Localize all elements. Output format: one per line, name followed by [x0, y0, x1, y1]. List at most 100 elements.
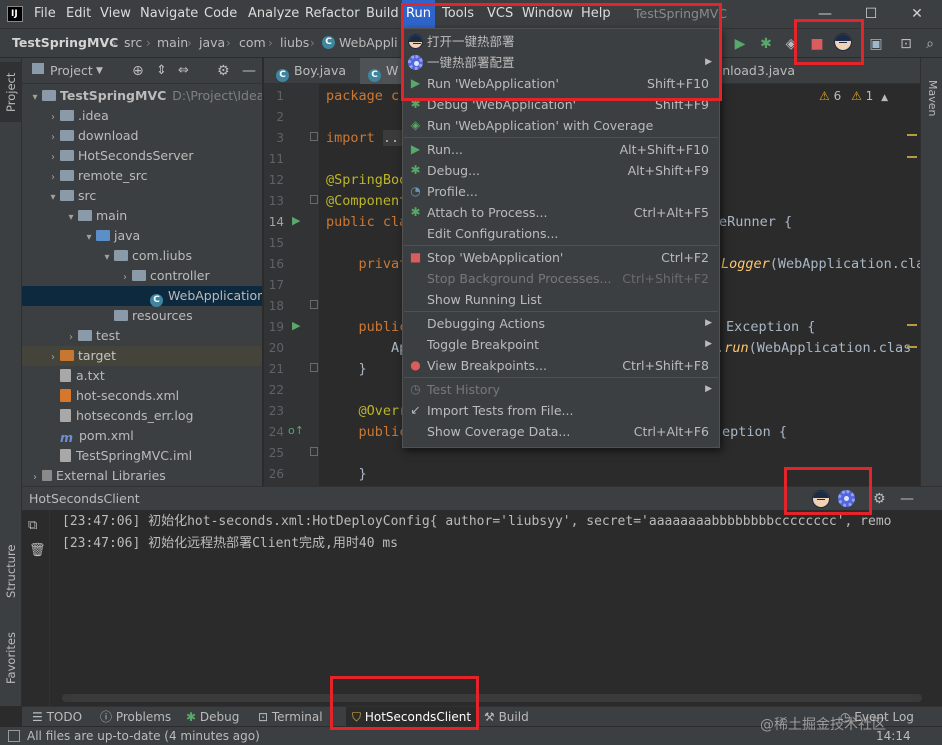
- chevron-right-icon[interactable]: ›: [28, 468, 42, 486]
- menu-item-run-webapplication[interactable]: ▶ Run 'WebApplication' Shift+F10: [403, 73, 719, 94]
- menu-item-toggle-breakpoint[interactable]: Toggle Breakpoint ▶: [403, 334, 719, 355]
- error-stripe-marker[interactable]: [907, 346, 917, 348]
- expand-icon[interactable]: ⇔: [178, 58, 189, 84]
- run-panel-title[interactable]: HotSecondsClient: [29, 487, 140, 511]
- menu-item-profile[interactable]: ◔ Profile...: [403, 181, 719, 202]
- tree-item[interactable]: ▾ src: [22, 186, 262, 208]
- menu-analyze[interactable]: Analyze: [244, 0, 303, 28]
- horizontal-scrollbar[interactable]: [62, 694, 922, 702]
- chevron-down-icon[interactable]: ▾: [82, 228, 96, 248]
- trash-icon[interactable]: 🗑: [29, 543, 46, 558]
- gear-icon[interactable]: ⚙: [217, 58, 230, 84]
- tree-item[interactable]: ▾ java: [22, 226, 262, 248]
- menu-item-hot-deploy-0[interactable]: 打开一键热部署: [403, 31, 719, 52]
- chevron-right-icon[interactable]: ›: [46, 348, 60, 368]
- menu-item-run-webapplication-with-coverage[interactable]: ◈ Run 'WebApplication' with Coverage: [403, 115, 719, 136]
- console-output[interactable]: [23:47:06] 初始化hot-seconds.xml:HotDeployC…: [50, 510, 942, 694]
- tool-windows-icon[interactable]: [8, 730, 20, 742]
- fold-marker-icon[interactable]: [310, 363, 318, 372]
- coverage-icon[interactable]: ◈: [781, 34, 801, 54]
- hide-panel-icon[interactable]: —: [242, 58, 256, 84]
- breadcrumb-src[interactable]: src: [124, 29, 142, 57]
- minimize-icon[interactable]: —: [814, 4, 836, 24]
- tree-item[interactable]: C WebApplication: [22, 286, 262, 307]
- project-panel-title[interactable]: Project: [50, 58, 93, 84]
- error-stripe-marker[interactable]: [907, 134, 917, 136]
- menu-item-view-breakpoints[interactable]: ● View Breakpoints... Ctrl+Shift+F8: [403, 355, 719, 376]
- menu-vcs[interactable]: VCS: [483, 0, 517, 28]
- breadcrumb-project[interactable]: TestSpringMVC: [12, 29, 118, 57]
- hot-deploy-settings-icon[interactable]: [838, 490, 855, 510]
- tree-item[interactable]: › remote_src: [22, 166, 262, 188]
- locate-icon[interactable]: ⊕: [132, 58, 144, 84]
- project-tool-tab[interactable]: Project: [0, 62, 22, 122]
- tree-item[interactable]: › target: [22, 346, 262, 368]
- menu-navigate[interactable]: Navigate: [136, 0, 202, 28]
- copy-icon[interactable]: ⧉: [28, 518, 37, 533]
- breadcrumb-liubs[interactable]: liubs: [280, 29, 309, 57]
- chevron-down-icon[interactable]: ▾: [28, 88, 42, 108]
- menu-item-show-coverage-data[interactable]: Show Coverage Data... Ctrl+Alt+F6: [403, 421, 719, 442]
- tree-item[interactable]: ▾ TestSpringMVC D:\Project\IdeaP: [22, 86, 262, 108]
- hot-deploy-avatar-icon[interactable]: [812, 490, 830, 511]
- tree-item[interactable]: ▾ com.liubs: [22, 246, 262, 268]
- maven-tool-tab[interactable]: Maven: [921, 80, 942, 130]
- tree-item[interactable]: resources: [22, 306, 262, 326]
- structure-tool-tab[interactable]: Structure: [0, 536, 22, 606]
- tree-item[interactable]: › test: [22, 326, 262, 348]
- collapse-all-icon[interactable]: ⇕: [156, 58, 167, 84]
- hot-deploy-avatar-icon[interactable]: [833, 33, 853, 53]
- error-stripe-marker[interactable]: [907, 324, 917, 326]
- breadcrumb-main[interactable]: main: [157, 29, 188, 57]
- chevron-right-icon[interactable]: ›: [46, 168, 60, 188]
- chevron-down-icon[interactable]: ▾: [46, 188, 60, 208]
- menu-item-run[interactable]: ▶ Run... Alt+Shift+F10: [403, 139, 719, 160]
- menu-item-hot-deploy-1[interactable]: 一键热部署配置 ▶: [403, 52, 719, 73]
- tree-item[interactable]: › HotSecondsServer: [22, 146, 262, 168]
- fold-marker-icon[interactable]: [310, 447, 318, 456]
- close-icon[interactable]: ✕: [906, 4, 928, 24]
- tree-item[interactable]: ▾ main: [22, 206, 262, 226]
- chevron-down-icon[interactable]: ▾: [100, 248, 114, 268]
- menu-build[interactable]: Build: [362, 0, 403, 28]
- breadcrumb-com[interactable]: com: [239, 29, 266, 57]
- tab-webapplication[interactable]: CW: [360, 58, 407, 84]
- run-gutter-icon[interactable]: ▶: [292, 214, 300, 227]
- menu-item-debug-webapplication[interactable]: ✱ Debug 'WebApplication' Shift+F9: [403, 94, 719, 115]
- terminal-icon[interactable]: ⊡: [896, 34, 916, 54]
- run-gutter-icon[interactable]: ▶: [292, 319, 300, 332]
- tool-todo[interactable]: ☰ TODO: [32, 707, 82, 727]
- chevron-right-icon[interactable]: ›: [64, 328, 78, 348]
- tree-item[interactable]: m pom.xml: [22, 426, 262, 446]
- tree-item[interactable]: › controller: [22, 266, 262, 286]
- chevron-down-icon[interactable]: ▼: [96, 58, 103, 84]
- chevron-right-icon[interactable]: ›: [46, 148, 60, 168]
- chevron-up-icon[interactable]: ▲: [881, 93, 888, 103]
- breadcrumb-webapplication[interactable]: WebAppli: [339, 29, 398, 57]
- tool-debug[interactable]: ✱ Debug: [186, 707, 239, 727]
- maximize-icon[interactable]: ☐: [860, 4, 882, 24]
- gear-icon[interactable]: ⚙: [873, 487, 886, 511]
- tab-boy-java[interactable]: C Boy.java: [268, 58, 354, 84]
- menu-code[interactable]: Code: [200, 0, 241, 28]
- tree-item[interactable]: a.txt: [22, 366, 262, 386]
- tool-terminal[interactable]: ⊡ Terminal: [258, 707, 323, 727]
- menu-view[interactable]: View: [96, 0, 135, 28]
- menu-item-attach-to-process[interactable]: ✱ Attach to Process... Ctrl+Alt+F5: [403, 202, 719, 223]
- menu-item-show-running-list[interactable]: Show Running List: [403, 289, 719, 310]
- tool-problems[interactable]: ⓘ Problems: [100, 707, 171, 727]
- chevron-right-icon[interactable]: ›: [46, 128, 60, 148]
- chevron-right-icon[interactable]: ›: [46, 108, 60, 128]
- menu-help[interactable]: Help: [577, 0, 615, 28]
- tree-item[interactable]: hotseconds_err.log: [22, 406, 262, 426]
- search-everywhere-icon[interactable]: ⌕: [920, 34, 940, 54]
- menu-item-debug[interactable]: ✱ Debug... Alt+Shift+F9: [403, 160, 719, 181]
- override-gutter-icon[interactable]: o↑: [288, 424, 304, 437]
- menu-item-stop-webapplication[interactable]: ■ Stop 'WebApplication' Ctrl+F2: [403, 247, 719, 268]
- menu-edit[interactable]: Edit: [62, 0, 95, 28]
- stop-icon[interactable]: ■: [807, 34, 827, 54]
- menu-tools[interactable]: Tools: [438, 0, 478, 28]
- tree-item[interactable]: › External Libraries: [22, 466, 262, 486]
- run-icon[interactable]: ▶: [730, 34, 750, 54]
- tree-item[interactable]: hot-seconds.xml: [22, 386, 262, 406]
